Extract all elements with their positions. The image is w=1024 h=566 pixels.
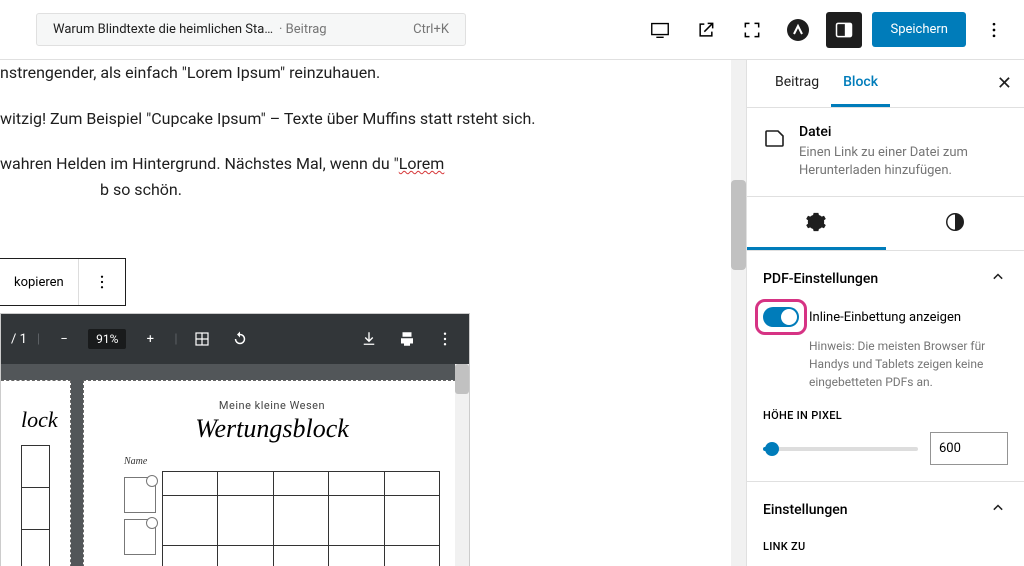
breadcrumb-shortcut: Ctrl+K — [413, 22, 449, 37]
paragraph[interactable]: wahren Helden im Hintergrund. Nächstes M… — [0, 151, 746, 177]
paragraph[interactable]: b so schön. — [0, 177, 746, 203]
pdf-embed: / 1 | − 91% + | lock — [0, 313, 470, 566]
breadcrumb-type: · Beitrag — [279, 22, 327, 37]
toggle-hint: Hinweis: Die meisten Browser für Handys … — [763, 337, 1008, 391]
block-type-desc: Einen Link zu einer Datei zum Herunterla… — [799, 144, 1008, 180]
block-type-title: Datei — [799, 124, 1008, 140]
link-to-label: LINK ZU — [763, 540, 1008, 553]
spellcheck-word: Lorem — [399, 154, 445, 173]
panel-pdf-settings[interactable]: PDF-Einstellungen — [763, 267, 1008, 291]
pdf-doc-title: Wertungsblock — [104, 414, 440, 444]
save-button[interactable]: Speichern — [872, 12, 966, 47]
pdf-more-icon[interactable] — [431, 325, 459, 353]
more-menu-icon[interactable] — [976, 12, 1012, 48]
tab-block[interactable]: Block — [831, 60, 890, 107]
tab-post[interactable]: Beitrag — [763, 60, 831, 107]
pdf-scrollbar[interactable] — [455, 364, 469, 566]
sidebar-toggle-icon[interactable] — [826, 12, 862, 48]
fit-page-icon[interactable] — [188, 325, 216, 353]
pdf-toolbar: / 1 | − 91% + | — [1, 314, 469, 364]
pdf-name-label: Name — [124, 456, 440, 467]
breadcrumb-title: Warum Blindtexte die heimlichen Sta… — [53, 22, 273, 37]
editor-scrollbar[interactable] — [731, 60, 746, 566]
subtab-styles-icon[interactable] — [886, 197, 1024, 250]
height-slider[interactable] — [763, 447, 918, 451]
editor-canvas[interactable]: nstrengender, als einfach "Lorem Ipsum" … — [0, 60, 746, 566]
subtab-settings-icon[interactable] — [747, 197, 886, 250]
plugin-circle-icon[interactable] — [780, 12, 816, 48]
panel-settings[interactable]: Einstellungen — [763, 498, 1008, 522]
paragraph[interactable]: nstrengender, als einfach "Lorem Ipsum" … — [0, 60, 746, 86]
inline-embed-toggle[interactable] — [763, 307, 799, 327]
pdf-page[interactable]: lock Meine kleine Wesen Wertungsblock Na… — [1, 364, 469, 566]
close-icon[interactable]: ✕ — [997, 73, 1012, 94]
breadcrumb[interactable]: Warum Blindtexte die heimlichen Sta… · B… — [36, 13, 466, 46]
rotate-icon[interactable] — [226, 325, 254, 353]
height-label: HÖHE IN PIXEL — [763, 409, 1008, 422]
toggle-label: Inline-Einbettung anzeigen — [809, 310, 961, 325]
zoom-in-icon[interactable]: + — [136, 325, 164, 353]
device-preview-icon[interactable] — [642, 12, 678, 48]
top-toolbar: Warum Blindtexte die heimlichen Sta… · B… — [0, 0, 1024, 60]
chevron-up-icon — [988, 267, 1008, 291]
pdf-doc-title-left: lock — [21, 407, 50, 433]
paragraph[interactable]: witzig! Zum Beispiel "Cupcake Ipsum" – T… — [0, 106, 746, 132]
file-block-icon — [763, 126, 787, 150]
zoom-out-icon[interactable]: − — [50, 325, 78, 353]
copy-button[interactable]: kopieren — [0, 259, 79, 305]
chevron-up-icon — [988, 498, 1008, 522]
pdf-zoom-level[interactable]: 91% — [88, 329, 126, 349]
external-view-icon[interactable] — [688, 12, 724, 48]
pdf-doc-subtitle: Meine kleine Wesen — [104, 399, 440, 412]
block-more-icon[interactable] — [79, 259, 125, 305]
block-toolbar: kopieren — [0, 258, 126, 306]
height-input[interactable] — [930, 432, 1008, 465]
download-icon[interactable] — [355, 325, 383, 353]
pdf-page-count: / 1 — [11, 332, 27, 347]
print-icon[interactable] — [393, 325, 421, 353]
fullscreen-icon[interactable] — [734, 12, 770, 48]
settings-sidebar: Beitrag Block ✕ Datei Einen Link zu eine… — [746, 60, 1024, 566]
